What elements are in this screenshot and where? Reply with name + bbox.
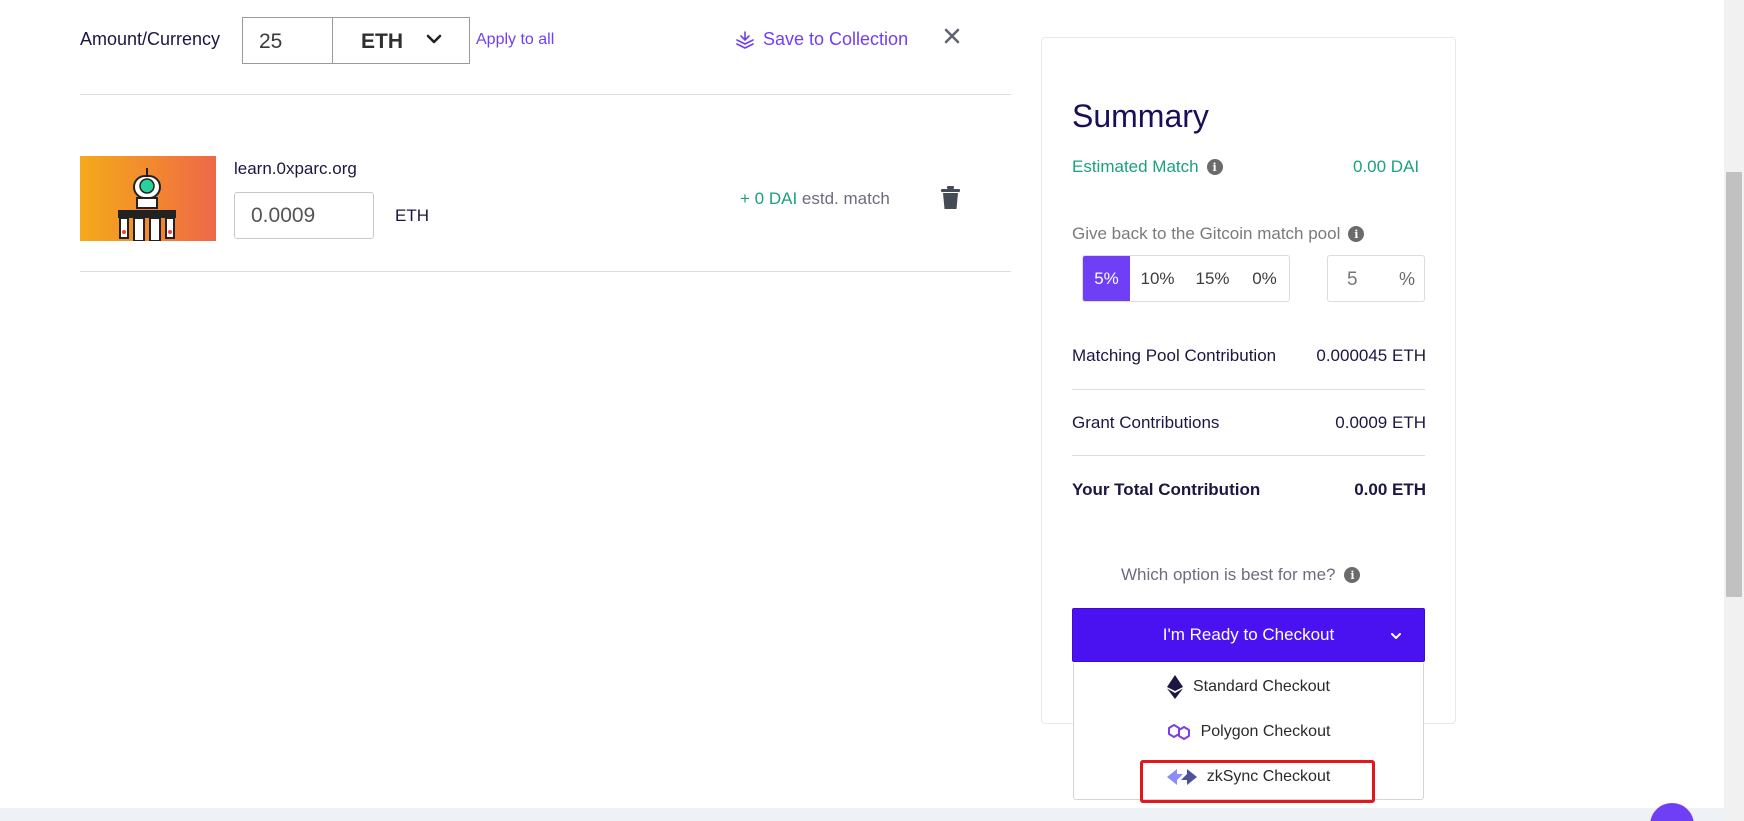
- zksync-checkout-label: zkSync Checkout: [1206, 768, 1331, 785]
- divider: [80, 94, 1011, 95]
- estimated-match-label: Estimated Match: [1072, 157, 1199, 176]
- amount-currency-label: Amount/Currency: [80, 29, 221, 49]
- grant-match-suffix: estd. match: [801, 189, 890, 208]
- standard-checkout-option[interactable]: Standard Checkout: [1074, 667, 1423, 707]
- matching-pool-label: Matching Pool Contribution: [1072, 346, 1277, 365]
- divider: [80, 271, 1011, 272]
- percent-option-15[interactable]: 15%: [1185, 256, 1240, 301]
- amount-currency-control: 25 ETH: [242, 17, 470, 64]
- standard-checkout-label: Standard Checkout: [1193, 678, 1330, 695]
- grant-thumbnail[interactable]: [80, 156, 216, 241]
- percent-option-0[interactable]: 0%: [1240, 256, 1289, 301]
- total-contribution-label: Your Total Contribution: [1072, 480, 1261, 499]
- summary-title: Summary: [1072, 98, 1209, 134]
- chevron-down-icon: [426, 34, 442, 44]
- checkout-button-label: I'm Ready to Checkout: [1162, 625, 1335, 644]
- zksync-icon: [1166, 769, 1197, 785]
- custom-percent-input[interactable]: 5 %: [1327, 255, 1425, 302]
- chevron-down-icon: [1391, 633, 1401, 639]
- info-icon[interactable]: i: [1348, 226, 1365, 242]
- grant-estimated-match: + 0 DAI estd. match: [740, 189, 890, 209]
- scrollbar-thumb[interactable]: [1726, 172, 1742, 597]
- currency-select[interactable]: ETH: [333, 18, 469, 63]
- amount-input[interactable]: 25: [243, 18, 333, 63]
- save-to-collection-label: Save to Collection: [763, 29, 909, 49]
- info-icon[interactable]: i: [1206, 159, 1223, 175]
- checkout-options-menu: Standard Checkout Polygon Checkout zkSyn…: [1073, 663, 1424, 800]
- chat-widget-button[interactable]: [1650, 803, 1694, 821]
- robot-illustration: [118, 168, 176, 241]
- checkout-button[interactable]: I'm Ready to Checkout: [1072, 608, 1425, 662]
- give-back-label: Give back to the Gitcoin match pool: [1072, 224, 1341, 243]
- close-icon[interactable]: [941, 25, 963, 47]
- currency-select-value: ETH: [361, 30, 403, 53]
- page-footer-strip: [0, 808, 1724, 821]
- polygon-icon: [1167, 724, 1190, 740]
- give-back-percent-group: 5% 10% 15% 0%: [1082, 255, 1290, 302]
- polygon-checkout-label: Polygon Checkout: [1200, 723, 1331, 740]
- grant-contributions-value: 0.0009 ETH: [1335, 413, 1426, 432]
- grant-amount-input[interactable]: 0.0009: [234, 192, 374, 239]
- grant-match-amount: + 0 DAI: [740, 189, 798, 208]
- which-option-link[interactable]: Which option is best for me? i: [1121, 565, 1361, 585]
- which-option-label: Which option is best for me?: [1121, 565, 1336, 584]
- grant-currency: ETH: [395, 206, 429, 225]
- polygon-checkout-option[interactable]: Polygon Checkout: [1074, 712, 1423, 752]
- info-icon: i: [1344, 567, 1361, 583]
- ethereum-icon: [1167, 675, 1183, 699]
- matching-pool-value: 0.000045 ETH: [1316, 346, 1426, 365]
- percent-option-5[interactable]: 5%: [1083, 256, 1130, 301]
- divider: [1072, 455, 1425, 456]
- grant-title-link[interactable]: learn.0xparc.org: [234, 159, 357, 179]
- save-to-collection-button[interactable]: Save to Collection: [735, 29, 908, 50]
- estimated-match-row: Estimated Match i: [1072, 157, 1223, 177]
- total-contribution-value: 0.00 ETH: [1354, 480, 1426, 499]
- trash-icon[interactable]: [940, 186, 961, 210]
- estimated-match-value: 0.00 DAI: [1353, 157, 1420, 176]
- zksync-checkout-option[interactable]: zkSync Checkout: [1074, 757, 1423, 797]
- custom-percent-unit: %: [1398, 269, 1415, 289]
- custom-percent-value: 5: [1347, 269, 1358, 290]
- grant-contributions-label: Grant Contributions: [1072, 413, 1220, 432]
- apply-to-all-link[interactable]: Apply to all: [476, 31, 554, 49]
- divider: [1072, 389, 1425, 390]
- collection-icon: [736, 30, 754, 49]
- percent-option-10[interactable]: 10%: [1130, 256, 1185, 301]
- give-back-row: Give back to the Gitcoin match pool i: [1072, 224, 1365, 244]
